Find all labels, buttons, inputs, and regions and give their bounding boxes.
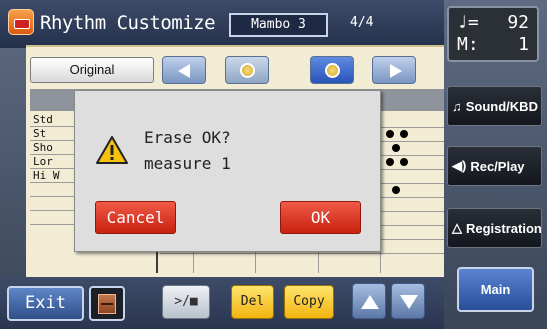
tempo-value: 92: [507, 12, 529, 33]
measure-row: M: 1: [457, 34, 529, 56]
tempo-symbol: ♩=: [457, 12, 479, 33]
arrow-down-icon: [400, 295, 418, 309]
note-dot[interactable]: [400, 130, 408, 138]
scroll-left-button[interactable]: [162, 56, 206, 84]
store-button[interactable]: [89, 286, 125, 321]
music-note-icon: ♫: [452, 98, 462, 114]
zoom-out-icon: [240, 63, 255, 78]
exit-button[interactable]: Exit: [7, 286, 84, 321]
registration-icon: △: [452, 220, 462, 235]
sound-kbd-label: Sound/KBD: [465, 98, 538, 114]
store-icon: [98, 294, 116, 314]
copy-button[interactable]: Copy: [284, 285, 334, 319]
dialog-detail: measure 1: [144, 154, 231, 173]
rhythm-name-box[interactable]: Mambo 3: [229, 13, 328, 37]
scroll-right-button[interactable]: [372, 56, 416, 84]
warning-icon: [96, 136, 128, 164]
measure-label: M:: [457, 34, 479, 55]
registration-label: Registration: [466, 220, 542, 236]
app-title: Rhythm Customize: [40, 12, 216, 34]
zoom-out-button[interactable]: [225, 56, 269, 84]
note-dot[interactable]: [392, 144, 400, 152]
play-stop-button[interactable]: >/■: [162, 285, 210, 319]
rec-play-label: Rec/Play: [470, 158, 525, 174]
del-button[interactable]: Del: [231, 285, 274, 319]
tempo-row: ♩= 92: [457, 12, 529, 34]
tempo-display: ♩= 92 M: 1: [447, 6, 539, 62]
note-dot[interactable]: [400, 158, 408, 166]
measure-value: 1: [518, 34, 529, 55]
note-dot[interactable]: [392, 186, 400, 194]
cancel-button[interactable]: Cancel: [95, 201, 176, 234]
original-button[interactable]: Original: [30, 57, 154, 83]
bottom-bar: Exit >/■ Del Copy: [0, 277, 444, 329]
scroll-down-button[interactable]: [391, 283, 425, 319]
editor-toolbar: Original: [26, 52, 444, 86]
arrow-up-icon: [361, 295, 379, 309]
note-dot[interactable]: [386, 158, 394, 166]
main-button[interactable]: Main: [457, 267, 534, 312]
dialog-message: Erase OK?: [144, 128, 231, 147]
sound-kbd-button[interactable]: ♫ Sound/KBD: [447, 86, 542, 126]
erase-confirm-dialog: Erase OK? measure 1 Cancel OK: [74, 90, 381, 252]
scroll-up-button[interactable]: [352, 283, 386, 319]
grid-line: [160, 253, 444, 254]
zoom-in-button[interactable]: [310, 56, 354, 84]
ok-button[interactable]: OK: [280, 201, 361, 234]
rhythm-customize-screen: Rhythm Customize Mambo 3 4/4 ♩= 92 M: 1 …: [0, 0, 547, 329]
zoom-in-icon: [325, 63, 340, 78]
rec-play-button[interactable]: ◀) Rec/Play: [447, 146, 542, 186]
arrow-left-icon: [178, 64, 190, 78]
time-signature: 4/4: [350, 15, 374, 30]
title-bar: Rhythm Customize Mambo 3 4/4: [0, 0, 444, 48]
note-dot[interactable]: [386, 130, 394, 138]
app-drum-icon: [8, 9, 34, 35]
arrow-right-icon: [390, 64, 402, 78]
registration-button[interactable]: △ Registration: [447, 208, 542, 248]
speaker-icon: ◀): [452, 158, 467, 173]
